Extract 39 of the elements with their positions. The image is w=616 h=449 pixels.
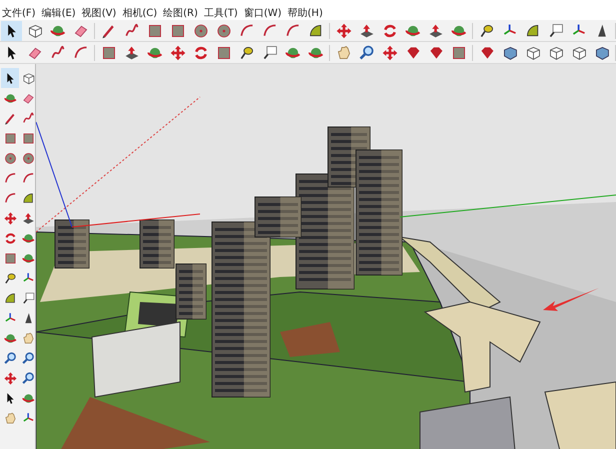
hand-icon	[2, 410, 18, 426]
text-label-icon	[20, 290, 36, 306]
rectangle-icon	[2, 130, 18, 146]
protractor-icon	[2, 290, 18, 306]
zoom-icon	[20, 350, 36, 366]
move-icon	[2, 370, 18, 386]
zoom-icon	[20, 370, 36, 386]
zoom-icon	[358, 44, 376, 62]
push-pull-icon	[20, 210, 36, 226]
circle-icon	[192, 22, 210, 40]
arc-icon	[20, 170, 36, 186]
arc-icon	[2, 190, 18, 206]
menu-item[interactable]: 窗口(W)	[244, 6, 288, 20]
tape-measure-icon	[2, 270, 18, 286]
menu-item[interactable]: 编辑(E)	[42, 6, 82, 20]
move-icon	[168, 44, 186, 62]
menu-item[interactable]: 工具(T)	[204, 6, 244, 20]
menu-item[interactable]: 绘图(R)	[163, 6, 204, 20]
menu-item[interactable]: 相机(C)	[122, 6, 164, 20]
rotate-icon	[2, 230, 18, 246]
cursor-tool-button[interactable]	[1, 68, 19, 88]
rectangle-icon	[2, 250, 18, 266]
arc-icon	[2, 170, 18, 186]
rectangle-icon	[20, 130, 36, 146]
menu-item[interactable]: 视图(V)	[82, 6, 122, 20]
protractor-icon	[20, 190, 36, 206]
move-icon	[2, 210, 18, 226]
cursor-tool-button[interactable]	[1, 20, 22, 40]
hand-icon	[20, 330, 36, 346]
menu-item[interactable]: 帮助(H)	[288, 6, 329, 20]
move-icon	[380, 44, 398, 62]
menu-item[interactable]: 文件(F)	[2, 6, 42, 20]
wire-cube-icon	[20, 70, 36, 86]
circle-icon	[214, 22, 232, 40]
circle-icon	[2, 150, 18, 166]
circle-icon	[20, 150, 36, 166]
zoom-icon	[2, 350, 18, 366]
freehand-icon	[20, 110, 36, 126]
move-icon	[334, 22, 352, 40]
